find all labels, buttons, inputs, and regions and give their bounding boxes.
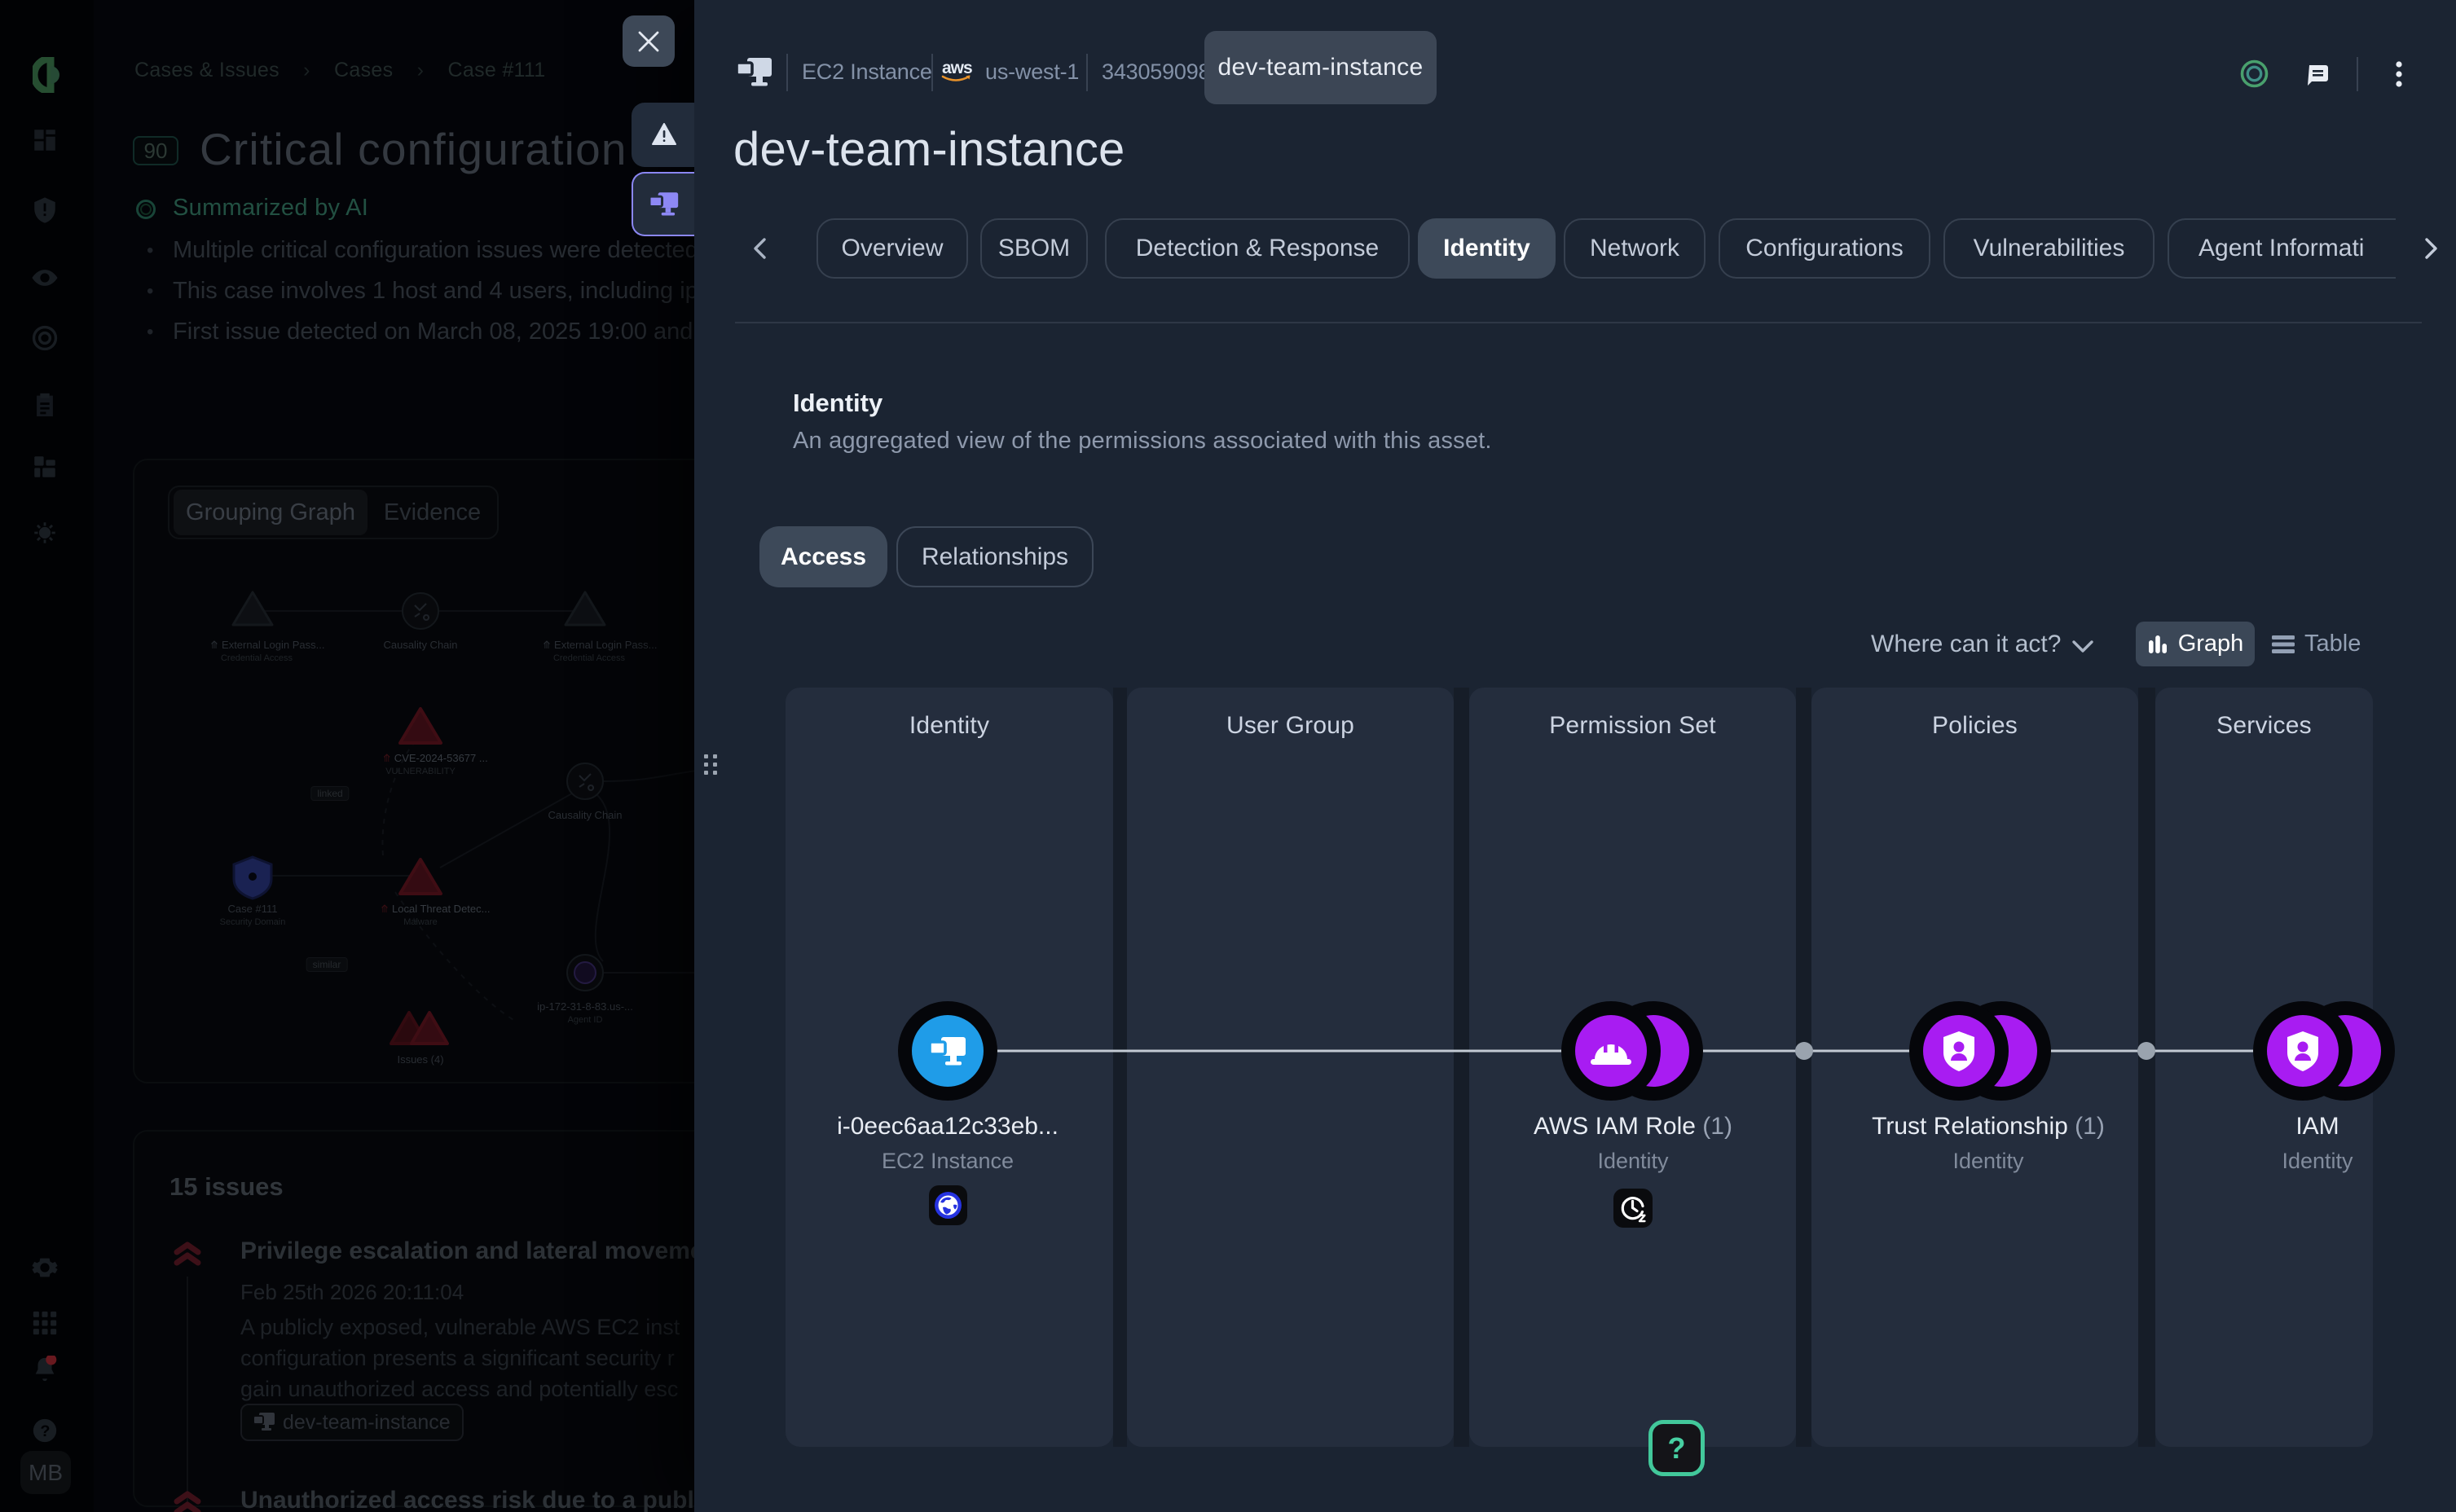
svg-text:aws: aws: [942, 59, 972, 77]
